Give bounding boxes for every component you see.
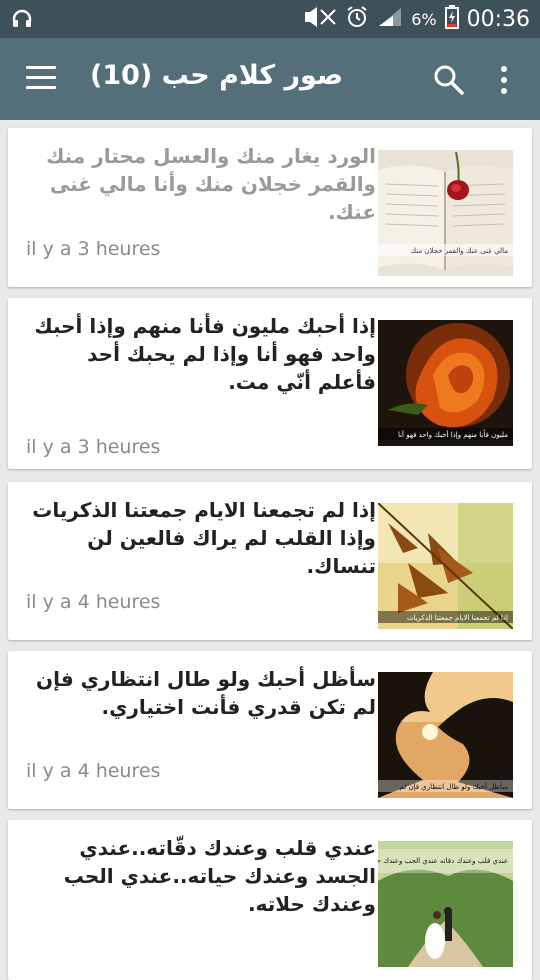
post-image[interactable]: مالي غنى عنك والقمر خجلان منك [378, 150, 513, 276]
post-time: il y a 4 heures [26, 591, 161, 613]
post-card[interactable]: عندي قلب وعندك دقّاته..عندي الجسد وعندك … [8, 820, 532, 980]
post-time: il y a 3 heures [26, 436, 161, 458]
battery-percent: 6% [411, 9, 437, 29]
post-text: عندي قلب وعندك دقّاته..عندي الجسد وعندك … [63, 836, 376, 916]
post-card[interactable]: إذا لم تجمعنا الايام جمعتنا الذكريات وإذ… [8, 482, 532, 640]
image-caption: عندي قلب وعندك دقاته عندي الحب وعندك حلا… [378, 857, 508, 865]
post-time: il y a 4 heures [26, 760, 161, 782]
post-card[interactable]: إذا أحبك مليون فأنا منهم وإذا أحبك واحد … [8, 298, 532, 469]
battery-icon [444, 5, 459, 33]
image-caption: سأظل أحبك ولو طال انتظاري فإن لم [399, 781, 508, 791]
post-text: إذا أحبك مليون فأنا منهم وإذا أحبك واحد … [34, 314, 376, 394]
image-caption: إذا لم تجمعنا الايام جمعتنا الذكريات [407, 614, 508, 622]
post-image[interactable]: عندي قلب وعندك دقاته عندي الحب وعندك حلا… [378, 841, 513, 967]
search-icon[interactable] [432, 63, 466, 97]
post-image[interactable]: سأظل أحبك ولو طال انتظاري فإن لم [378, 672, 513, 798]
clock: 00:36 [466, 6, 530, 32]
signal-icon [377, 6, 403, 32]
menu-icon[interactable] [26, 66, 56, 90]
alarm-icon [345, 5, 369, 33]
post-text: سأظل أحبك ولو طال انتظاري فإن لم تكن قدر… [36, 667, 376, 719]
mute-icon [303, 6, 337, 32]
post-image[interactable]: إذا لم تجمعنا الايام جمعتنا الذكريات [378, 503, 513, 629]
post-image[interactable]: مليون فأنا منهم وإذا أحبك واحد فهو أنا [378, 320, 513, 446]
overflow-icon[interactable] [494, 63, 514, 97]
post-card[interactable]: سأظل أحبك ولو طال انتظاري فإن لم تكن قدر… [8, 651, 532, 809]
post-text: الورد يغار منك والعسل محتار منك والقمر خ… [46, 144, 376, 224]
app-bar: صور كلام حب (10) [0, 38, 540, 120]
status-bar: 6% 00:36 [0, 0, 540, 38]
headset-icon [10, 7, 34, 31]
post-text: إذا لم تجمعنا الايام جمعتنا الذكريات وإذ… [32, 498, 376, 578]
page-title: صور كلام حب (10) [90, 60, 344, 91]
image-caption: مليون فأنا منهم وإذا أحبك واحد فهو أنا [398, 429, 508, 439]
post-time: il y a 3 heures [26, 238, 161, 260]
post-card[interactable]: الورد يغار منك والعسل محتار منك والقمر خ… [8, 128, 532, 287]
image-caption: مالي غنى عنك والقمر خجلان منك [410, 247, 508, 255]
